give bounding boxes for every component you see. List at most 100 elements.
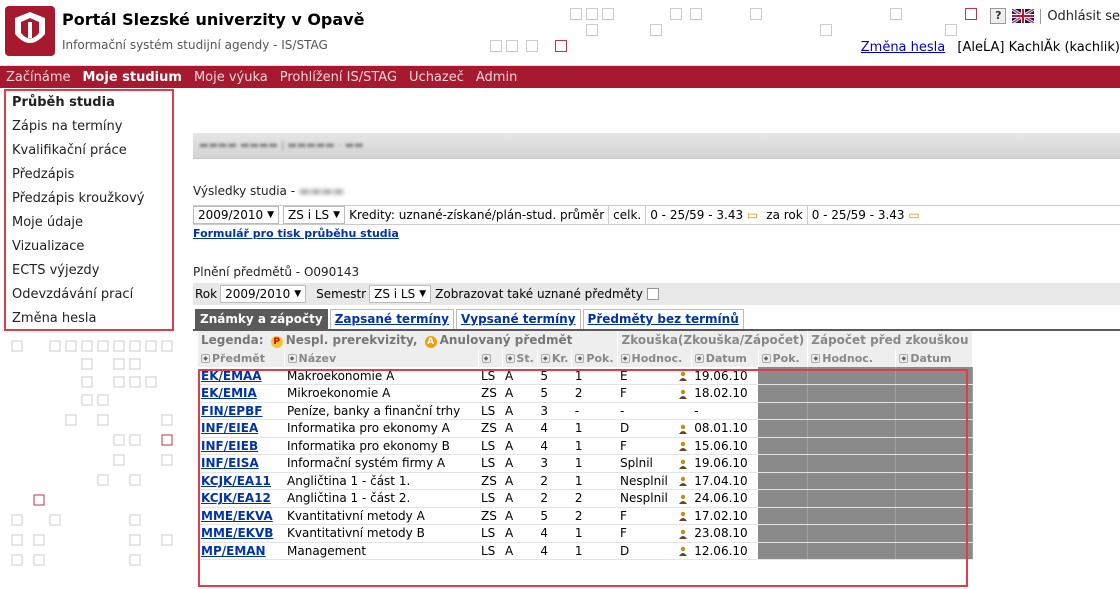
col-hodnoc-credit[interactable]: ◆ Hodnoc.: [807, 349, 897, 367]
nav-item-moje-vyuka[interactable]: Moje výuka: [194, 70, 268, 85]
examiner-icon[interactable]: [678, 369, 688, 383]
course-code-cell[interactable]: INF/EIEA: [198, 419, 284, 438]
show-recognized-label: Zobrazovat také uznané předměty: [435, 287, 643, 301]
status-cell: A: [502, 524, 538, 543]
sidebar-item-predzapis[interactable]: Předzápis: [6, 163, 172, 187]
nav-item-zaciname[interactable]: Začínáme: [6, 70, 71, 85]
course-code-link[interactable]: FIN/EPBF: [201, 404, 262, 418]
tab-zapsane-terminy[interactable]: Zapsané termíny: [329, 309, 454, 329]
col-kr[interactable]: ◆ Kr.: [537, 349, 573, 367]
course-code-link[interactable]: INF/EIEB: [201, 439, 258, 453]
sort-icon[interactable]: ◆: [505, 354, 515, 363]
course-code-cell[interactable]: FIN/EPBF: [198, 402, 284, 420]
rok-select[interactable]: 2009/2010 ▼: [220, 285, 307, 303]
col-pok[interactable]: ◆ Pok.: [571, 349, 618, 367]
sidebar-item-zapis-na-terminy[interactable]: Zápis na termíny: [6, 115, 172, 139]
course-code-cell[interactable]: MME/EKVB: [198, 524, 284, 543]
course-code-cell[interactable]: INF/EIEB: [198, 437, 284, 455]
course-code-link[interactable]: MME/EKVB: [201, 526, 273, 540]
attempt-cell: -: [571, 402, 618, 420]
course-code-cell[interactable]: EK/EMAA: [198, 367, 284, 385]
results-year-select[interactable]: 2009/2010 ▼: [193, 206, 280, 224]
grade-cell: D: [617, 542, 692, 560]
course-code-link[interactable]: EK/EMIA: [201, 386, 257, 400]
col-semester[interactable]: ◆: [478, 349, 503, 367]
status-cell: A: [502, 542, 538, 560]
examiner-icon[interactable]: [678, 439, 688, 453]
sort-icon[interactable]: ◆: [575, 354, 585, 363]
grades-body: EK/EMAA Makroekonomie A LS A 5 1 E 19.06.10 EK/E…: [198, 367, 973, 560]
course-code-cell[interactable]: INF/EISA: [198, 454, 284, 473]
course-code-link[interactable]: EK/EMAA: [201, 369, 262, 383]
sort-icon[interactable]: ◆: [899, 354, 909, 363]
course-code-link[interactable]: INF/EIEA: [201, 421, 258, 435]
show-recognized-checkbox[interactable]: [646, 288, 659, 300]
tab-znamky-a-zapocty[interactable]: Známky a zápočty: [195, 309, 328, 329]
comment-icon[interactable]: ▭: [747, 208, 758, 222]
course-code-cell[interactable]: KCJK/EA12: [198, 489, 284, 508]
examiner-icon[interactable]: [678, 544, 688, 558]
examiner-icon[interactable]: [678, 491, 688, 505]
sort-icon[interactable]: ◆: [620, 354, 630, 363]
sidebar-item-kvalifikacni-prace[interactable]: Kvalifikační práce: [6, 139, 172, 163]
examiner-icon[interactable]: [678, 509, 688, 523]
nav-item-uchazec[interactable]: Uchazeč: [409, 70, 464, 85]
english-flag-icon[interactable]: [1012, 9, 1035, 23]
logout-link[interactable]: Odhlásit se: [1040, 8, 1120, 24]
cancelled-icon: A: [424, 335, 437, 348]
sidebar-item-odevzdavani-praci[interactable]: Odevzdávání prací: [6, 283, 172, 307]
credit-date-cell: [895, 384, 973, 403]
results-title: Výsledky studia - ▬▬▬▬: [193, 184, 345, 198]
sort-icon[interactable]: ◆: [201, 354, 210, 363]
sort-icon[interactable]: ◆: [761, 354, 771, 363]
examiner-icon[interactable]: [678, 421, 688, 435]
print-form-link[interactable]: Formulář pro tisk průběhu studia: [193, 227, 399, 240]
sidebar-item-predzapis-krouzkovy[interactable]: Předzápis kroužkový: [6, 187, 172, 211]
col-datum[interactable]: ◆ Datum: [691, 349, 759, 367]
sort-icon[interactable]: ◆: [540, 354, 550, 363]
sidebar-item-ects-vyjezdy[interactable]: ECTS výjezdy: [6, 259, 172, 283]
course-code-cell[interactable]: EK/EMIA: [198, 384, 284, 403]
examiner-icon[interactable]: [678, 386, 688, 400]
course-code-cell[interactable]: MME/EKVA: [198, 507, 284, 525]
course-code-cell[interactable]: MP/EMAN: [198, 542, 284, 560]
sidebar-item-moje-udaje[interactable]: Moje údaje: [6, 211, 172, 235]
sort-icon[interactable]: ◆: [694, 354, 704, 363]
examiner-icon[interactable]: [678, 474, 688, 488]
change-password-link[interactable]: Změna hesla: [861, 40, 946, 55]
credit-grade-cell: [807, 472, 897, 490]
nav-item-admin[interactable]: Admin: [476, 70, 517, 85]
course-code-link[interactable]: MP/EMAN: [201, 544, 266, 558]
col-st[interactable]: ◆ St.: [502, 349, 538, 367]
examiner-icon[interactable]: [678, 526, 688, 540]
course-code-link[interactable]: MME/EKVA: [201, 509, 273, 523]
table-row: EK/EMIA Mikroekonomie A ZS A 5 2 F 18.02.10: [198, 384, 973, 403]
examiner-icon[interactable]: [678, 456, 688, 470]
sort-icon[interactable]: ◆: [287, 354, 297, 363]
credits-label: Kredity: uznané-získané/plán-stud. průmě…: [349, 208, 605, 222]
nav-item-moje-studium[interactable]: Moje studium: [83, 70, 182, 85]
results-semester-select[interactable]: ZS i LS ▼: [283, 206, 346, 224]
sort-icon[interactable]: ◆: [811, 354, 821, 363]
status-cell: A: [502, 472, 538, 490]
attempt-cell: 2: [571, 489, 618, 508]
course-code-link[interactable]: KCJK/EA11: [201, 474, 271, 488]
col-pok-credit[interactable]: ◆ Pok.: [758, 349, 809, 367]
course-code-link[interactable]: INF/EISA: [201, 456, 259, 470]
nav-item-prohlizeni[interactable]: Prohlížení IS/STAG: [280, 70, 397, 85]
col-hodnoc[interactable]: ◆ Hodnoc.: [617, 349, 692, 367]
sidebar-item-zmena-hesla[interactable]: Změna hesla: [6, 307, 172, 331]
comment-icon[interactable]: ▭: [908, 208, 919, 222]
sort-icon[interactable]: ◆: [481, 354, 491, 363]
course-code-link[interactable]: KCJK/EA12: [201, 491, 271, 505]
sidebar-item-prubeh-studia[interactable]: Průběh studia: [6, 91, 172, 115]
tab-vypsane-terminy[interactable]: Vypsané termíny: [455, 309, 581, 329]
col-predmet[interactable]: ◆ Předmět: [198, 349, 285, 367]
help-icon[interactable]: ?: [990, 8, 1007, 24]
col-nazev[interactable]: ◆ Název: [284, 349, 479, 367]
sidebar-item-vizualizace[interactable]: Vizualizace: [6, 235, 172, 259]
course-code-cell[interactable]: KCJK/EA11: [198, 472, 284, 490]
tab-predmety-bez-terminu[interactable]: Předměty bez termínů: [582, 309, 744, 329]
semestr-select[interactable]: ZS i LS ▼: [369, 285, 432, 303]
col-datum-credit[interactable]: ◆ Datum: [895, 349, 973, 367]
